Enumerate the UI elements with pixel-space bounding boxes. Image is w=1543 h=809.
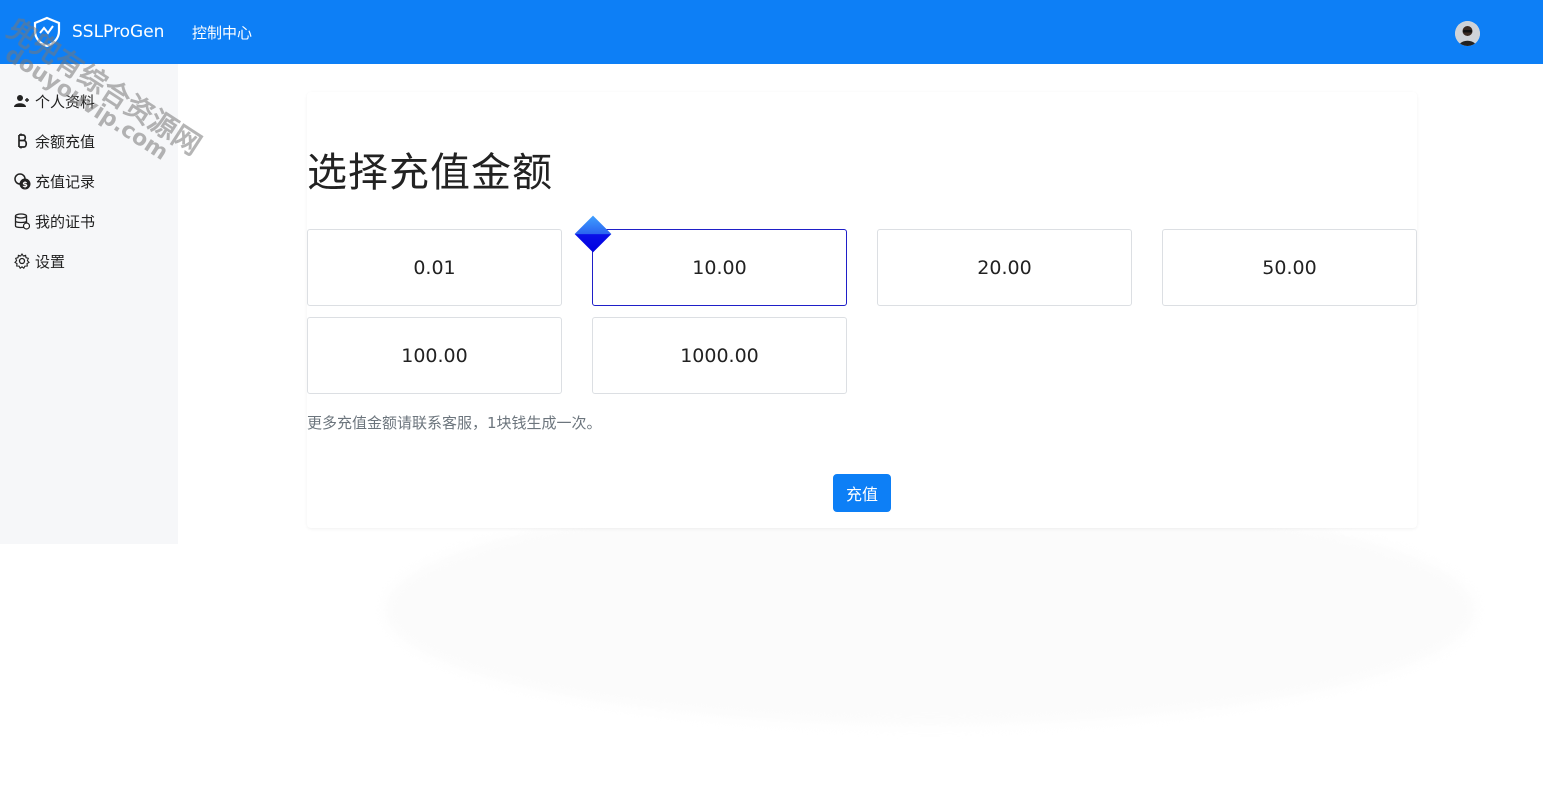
top-navbar: SSLProGen 控制中心 bbox=[0, 0, 1543, 64]
sidebar-item-label: 设置 bbox=[35, 252, 66, 271]
user-plus-icon bbox=[13, 92, 31, 110]
sidebar: 个人资料 余额充值 $ 充值记录 我的证书 设置 bbox=[0, 64, 178, 544]
brand[interactable]: SSLProGen bbox=[32, 14, 164, 50]
sidebar-item-profile[interactable]: 个人资料 bbox=[13, 89, 95, 113]
amount-option[interactable]: 1000.00 bbox=[592, 317, 847, 394]
sidebar-item-label: 个人资料 bbox=[35, 92, 96, 111]
amount-option[interactable]: 100.00 bbox=[307, 317, 562, 394]
recharge-button[interactable]: 充值 bbox=[833, 474, 891, 512]
sidebar-item-label: 我的证书 bbox=[35, 212, 96, 231]
recharge-hint: 更多充值金额请联系客服，1块钱生成一次。 bbox=[307, 414, 602, 432]
amount-option[interactable]: 0.01 bbox=[307, 229, 562, 306]
database-icon bbox=[13, 212, 31, 230]
amount-option[interactable]: 50.00 bbox=[1162, 229, 1417, 306]
amount-option-selected[interactable]: 10.00 bbox=[592, 229, 847, 306]
sidebar-item-settings[interactable]: 设置 bbox=[13, 249, 65, 273]
nav-link-dashboard[interactable]: 控制中心 bbox=[192, 22, 252, 43]
svg-text:$: $ bbox=[22, 180, 28, 189]
sidebar-item-recharge-history[interactable]: $ 充值记录 bbox=[13, 169, 95, 193]
sidebar-item-label: 充值记录 bbox=[35, 172, 96, 191]
sidebar-item-label: 余额充值 bbox=[35, 132, 96, 151]
user-avatar-icon[interactable] bbox=[1455, 21, 1480, 46]
brand-name: SSLProGen bbox=[72, 22, 165, 42]
background-shadow-blob bbox=[385, 495, 1475, 725]
sidebar-item-certificates[interactable]: 我的证书 bbox=[13, 209, 95, 233]
coins-icon: $ bbox=[13, 172, 31, 190]
amount-option[interactable]: 20.00 bbox=[877, 229, 1132, 306]
sidebar-item-recharge[interactable]: 余额充值 bbox=[13, 129, 95, 153]
gear-icon bbox=[13, 252, 31, 270]
shield-logo-icon bbox=[33, 16, 61, 48]
page-title: 选择充值金额 bbox=[307, 150, 553, 196]
bitcoin-icon bbox=[13, 132, 31, 150]
